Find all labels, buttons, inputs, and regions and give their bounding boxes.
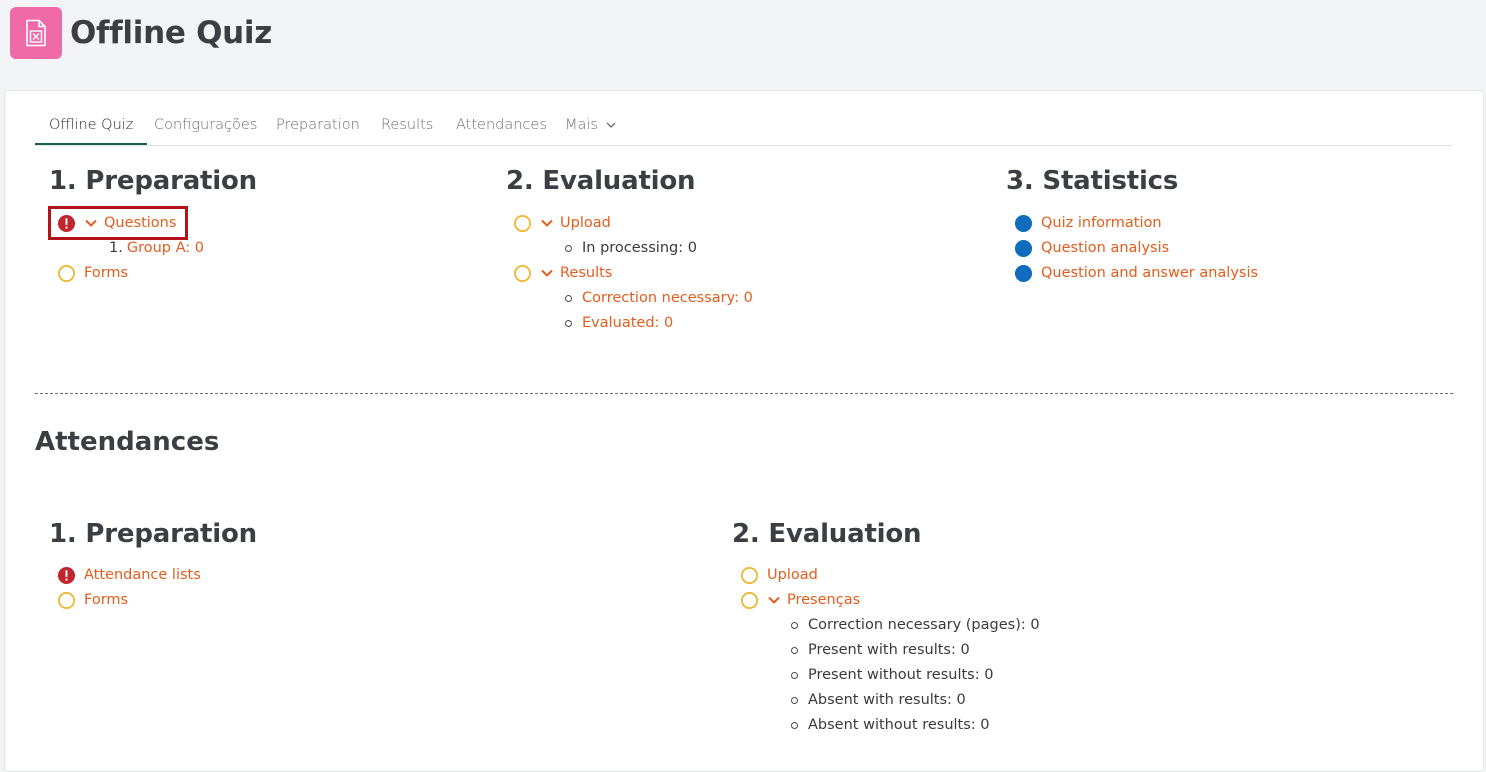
in-processing-text: In processing: 0	[582, 240, 697, 256]
error-icon	[57, 566, 76, 584]
quiz-evaluation-heading: 2. Evaluation	[506, 166, 696, 196]
presencas-link[interactable]: Presenças	[787, 592, 860, 608]
pending-circle-icon	[514, 214, 531, 232]
present-without-results-text: Present without results: 0	[808, 667, 994, 683]
question-analysis-link[interactable]: Question analysis	[1041, 240, 1169, 256]
bullet-icon	[565, 294, 572, 302]
chevron-down-icon[interactable]	[540, 216, 554, 230]
main-card: Offline Quiz Configurações Preparation R…	[4, 90, 1484, 772]
error-icon	[57, 214, 76, 232]
tab-configuracoes[interactable]: Configurações	[140, 105, 271, 145]
bullet-icon	[791, 671, 798, 679]
absent-with-results-text: Absent with results: 0	[808, 692, 966, 708]
forms-item[interactable]: Forms	[57, 262, 128, 284]
correction-item[interactable]: Correction necessary: 0	[565, 287, 753, 309]
question-analysis-item[interactable]: Question analysis	[1014, 237, 1169, 259]
chevron-down-icon[interactable]	[767, 593, 781, 607]
tab-results[interactable]: Results	[367, 105, 447, 145]
done-circle-icon	[1014, 214, 1033, 232]
tab-more-label: Mais	[565, 117, 598, 133]
pending-circle-icon	[58, 264, 75, 282]
list-item: Present with results: 0	[791, 639, 970, 661]
bullet-icon	[791, 696, 798, 704]
tab-offline-quiz[interactable]: Offline Quiz	[35, 105, 148, 145]
question-answer-analysis-item[interactable]: Question and answer analysis	[1014, 262, 1258, 284]
questions-link[interactable]: Questions	[104, 215, 176, 231]
group-item: 1. Group A: 0	[109, 237, 204, 259]
list-item: Absent without results: 0	[791, 714, 990, 736]
bullet-icon	[565, 244, 572, 252]
evaluated-link[interactable]: Evaluated: 0	[582, 315, 673, 331]
forms-link[interactable]: Forms	[84, 265, 128, 281]
presencas-item[interactable]: Presenças	[740, 589, 860, 611]
quiz-preparation-heading: 1. Preparation	[49, 166, 257, 196]
attendances-heading: Attendances	[35, 427, 220, 457]
tab-more[interactable]: Mais	[551, 105, 630, 145]
quiz-information-item[interactable]: Quiz information	[1014, 212, 1162, 234]
secondary-navigation: Offline Quiz Configurações Preparation R…	[35, 105, 1453, 146]
attendance-evaluation-heading: 2. Evaluation	[732, 519, 922, 549]
results-link[interactable]: Results	[560, 265, 612, 281]
correction-necessary-link[interactable]: Correction necessary: 0	[582, 290, 753, 306]
bullet-icon	[791, 646, 798, 654]
chevron-down-icon[interactable]	[84, 216, 98, 230]
upload-link[interactable]: Upload	[560, 215, 611, 231]
list-item: Correction necessary (pages): 0	[791, 614, 1040, 636]
attendance-lists-item[interactable]: Attendance lists	[57, 564, 201, 586]
section-divider	[35, 393, 1453, 394]
chevron-down-icon[interactable]	[540, 266, 554, 280]
correction-pages-text: Correction necessary (pages): 0	[808, 617, 1040, 633]
done-circle-icon	[1014, 264, 1033, 282]
present-with-results-text: Present with results: 0	[808, 642, 970, 658]
quiz-statistics-heading: 3. Statistics	[1006, 166, 1179, 196]
quiz-information-link[interactable]: Quiz information	[1041, 215, 1162, 231]
tab-attendances[interactable]: Attendances	[442, 105, 561, 145]
questions-item[interactable]: Questions	[57, 212, 176, 234]
pending-circle-icon	[514, 264, 531, 282]
page-header: Offline Quiz	[10, 7, 272, 59]
in-processing-item: In processing: 0	[565, 237, 697, 259]
list-item: Present without results: 0	[791, 664, 993, 686]
group-number: 1.	[109, 240, 123, 256]
quiz-document-icon	[10, 7, 62, 59]
absent-without-results-text: Absent without results: 0	[808, 717, 990, 733]
list-item: Absent with results: 0	[791, 689, 966, 711]
pending-circle-icon	[741, 591, 758, 609]
attendance-upload-link[interactable]: Upload	[767, 567, 818, 583]
attendance-forms-link[interactable]: Forms	[84, 592, 128, 608]
attendance-preparation-heading: 1. Preparation	[49, 519, 257, 549]
done-circle-icon	[1014, 239, 1033, 257]
attendance-lists-link[interactable]: Attendance lists	[84, 567, 201, 583]
pending-circle-icon	[741, 566, 758, 584]
upload-item[interactable]: Upload	[513, 212, 611, 234]
bullet-icon	[565, 319, 572, 327]
results-item[interactable]: Results	[513, 262, 612, 284]
attendance-upload-item[interactable]: Upload	[740, 564, 818, 586]
bullet-icon	[791, 621, 798, 629]
attendance-forms-item[interactable]: Forms	[57, 589, 128, 611]
page-title: Offline Quiz	[70, 15, 272, 51]
pending-circle-icon	[58, 591, 75, 609]
tab-preparation[interactable]: Preparation	[262, 105, 374, 145]
question-answer-analysis-link[interactable]: Question and answer analysis	[1041, 265, 1258, 281]
bullet-icon	[791, 721, 798, 729]
group-a-link[interactable]: Group A: 0	[127, 240, 204, 256]
evaluated-item[interactable]: Evaluated: 0	[565, 312, 673, 334]
chevron-down-icon	[606, 122, 616, 128]
